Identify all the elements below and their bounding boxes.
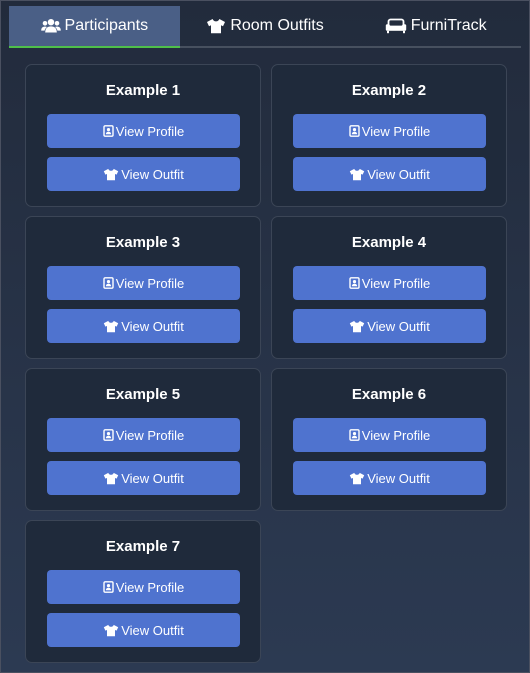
id-badge-icon (103, 581, 114, 593)
participant-card: Example 6 View Profile View Outfit (271, 368, 507, 511)
participant-name: Example 2 (351, 82, 427, 99)
view-profile-label: View Profile (115, 123, 185, 139)
view-outfit-button[interactable]: View Outfit (293, 461, 486, 495)
id-badge-icon (103, 429, 114, 441)
view-outfit-label: View Outfit (367, 166, 430, 182)
users-icon (40, 18, 61, 34)
participant-name: Example 4 (351, 234, 427, 251)
view-profile-label: View Profile (115, 427, 185, 443)
participant-name: Example 5 (105, 386, 181, 403)
participant-card: Example 7 View Profile View Outfit (25, 520, 261, 663)
participant-card: Example 1 View Profile View Outfit (25, 64, 261, 207)
tab-participants[interactable]: Participants (9, 6, 180, 48)
id-badge-icon (349, 429, 360, 441)
view-profile-label: View Profile (361, 123, 431, 139)
id-badge-icon (103, 125, 114, 137)
participant-name: Example 7 (105, 538, 181, 555)
view-profile-label: View Profile (115, 579, 185, 595)
participant-card: Example 3 View Profile View Outfit (25, 216, 261, 359)
view-outfit-label: View Outfit (121, 166, 184, 182)
view-outfit-label: View Outfit (367, 318, 430, 334)
view-profile-button[interactable]: View Profile (47, 570, 240, 604)
tab-participants-label: Participants (64, 17, 149, 34)
id-badge-icon (103, 277, 114, 289)
participant-card: Example 4 View Profile View Outfit (271, 216, 507, 359)
view-profile-button[interactable]: View Profile (47, 418, 240, 452)
view-outfit-label: View Outfit (367, 470, 430, 486)
participants-grid: Example 1 View Profile View Outfit Examp… (25, 64, 507, 663)
view-outfit-label: View Outfit (121, 470, 184, 486)
view-outfit-button[interactable]: View Outfit (47, 461, 240, 495)
couch-icon (385, 18, 407, 34)
tab-room-outfits-label: Room Outfits (230, 17, 324, 34)
tshirt-icon (103, 472, 119, 485)
id-badge-icon (349, 277, 360, 289)
tshirt-icon (103, 168, 119, 181)
participant-name: Example 6 (351, 386, 427, 403)
view-outfit-button[interactable]: View Outfit (293, 309, 486, 343)
view-profile-button[interactable]: View Profile (293, 266, 486, 300)
view-profile-label: View Profile (115, 275, 185, 291)
participant-name: Example 3 (105, 234, 181, 251)
tshirt-icon (206, 18, 226, 34)
participant-card: Example 5 View Profile View Outfit (25, 368, 261, 511)
view-profile-button[interactable]: View Profile (293, 418, 486, 452)
app-window: Participants Room Outfits FurniTrack Exa… (0, 0, 530, 673)
tab-furnitrack[interactable]: FurniTrack (350, 6, 521, 46)
tshirt-icon (103, 624, 119, 637)
view-profile-label: View Profile (361, 427, 431, 443)
tshirt-icon (349, 320, 365, 333)
participant-card: Example 2 View Profile View Outfit (271, 64, 507, 207)
participant-name: Example 1 (105, 82, 181, 99)
tab-room-outfits[interactable]: Room Outfits (180, 6, 351, 46)
view-profile-button[interactable]: View Profile (47, 266, 240, 300)
view-profile-button[interactable]: View Profile (293, 114, 486, 148)
view-outfit-button[interactable]: View Outfit (47, 157, 240, 191)
view-outfit-button[interactable]: View Outfit (47, 613, 240, 647)
view-outfit-label: View Outfit (121, 622, 184, 638)
tab-bar: Participants Room Outfits FurniTrack (9, 6, 521, 48)
view-profile-label: View Profile (361, 275, 431, 291)
view-outfit-label: View Outfit (121, 318, 184, 334)
tab-furnitrack-label: FurniTrack (410, 17, 487, 34)
tshirt-icon (103, 320, 119, 333)
view-outfit-button[interactable]: View Outfit (293, 157, 486, 191)
tshirt-icon (349, 168, 365, 181)
view-profile-button[interactable]: View Profile (47, 114, 240, 148)
id-badge-icon (349, 125, 360, 137)
view-outfit-button[interactable]: View Outfit (47, 309, 240, 343)
tshirt-icon (349, 472, 365, 485)
